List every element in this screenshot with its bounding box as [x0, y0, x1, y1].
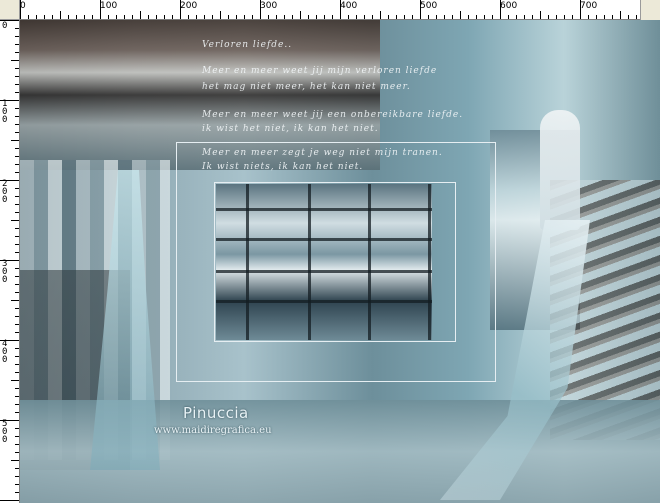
image-canvas[interactable]: Verloren liefde.. Meer en meer weet jij …	[20, 20, 660, 503]
v-ruler-label: 300	[2, 259, 8, 285]
h-ruler-label: 0	[20, 1, 26, 11]
vertical-ruler[interactable]: 0 100 200 300 400 500	[0, 20, 20, 503]
watermark-name: Pinuccia	[183, 404, 249, 422]
h-ruler-label: 400	[340, 1, 358, 11]
h-ruler-label: 600	[500, 1, 518, 11]
tiled-glass-image	[216, 184, 432, 340]
poem-line: Meer en meer weet jij mijn verloren lief…	[202, 66, 438, 76]
h-ruler-label: 300	[260, 1, 278, 11]
h-ruler-label: 700	[580, 1, 598, 11]
poem-line: ik wist het niet, ik kan het niet.	[202, 124, 379, 134]
ruler-scroll-corner[interactable]	[640, 0, 660, 20]
h-ruler-label: 200	[180, 1, 198, 11]
v-ruler-label: 200	[2, 179, 8, 205]
v-ruler-label: 400	[2, 339, 8, 365]
horizontal-ruler[interactable]: 0 100 200 300 400 500 600 700	[20, 0, 660, 20]
v-ruler-label: 100	[2, 99, 8, 125]
v-ruler-label: 500	[2, 419, 8, 445]
woman-figure	[540, 110, 580, 230]
poem-title: Verloren liefde..	[202, 40, 293, 50]
h-ruler-label: 500	[420, 1, 438, 11]
poem-line: Meer en meer weet jij een onbereikbare l…	[202, 110, 464, 120]
h-ruler-label: 100	[100, 1, 118, 11]
v-ruler-label: 0	[2, 21, 8, 31]
poem-line: het mag niet meer, het kan niet meer.	[202, 82, 411, 92]
ruler-corner	[0, 0, 20, 20]
watermark-url: www.maidiregrafica.eu	[154, 425, 272, 436]
